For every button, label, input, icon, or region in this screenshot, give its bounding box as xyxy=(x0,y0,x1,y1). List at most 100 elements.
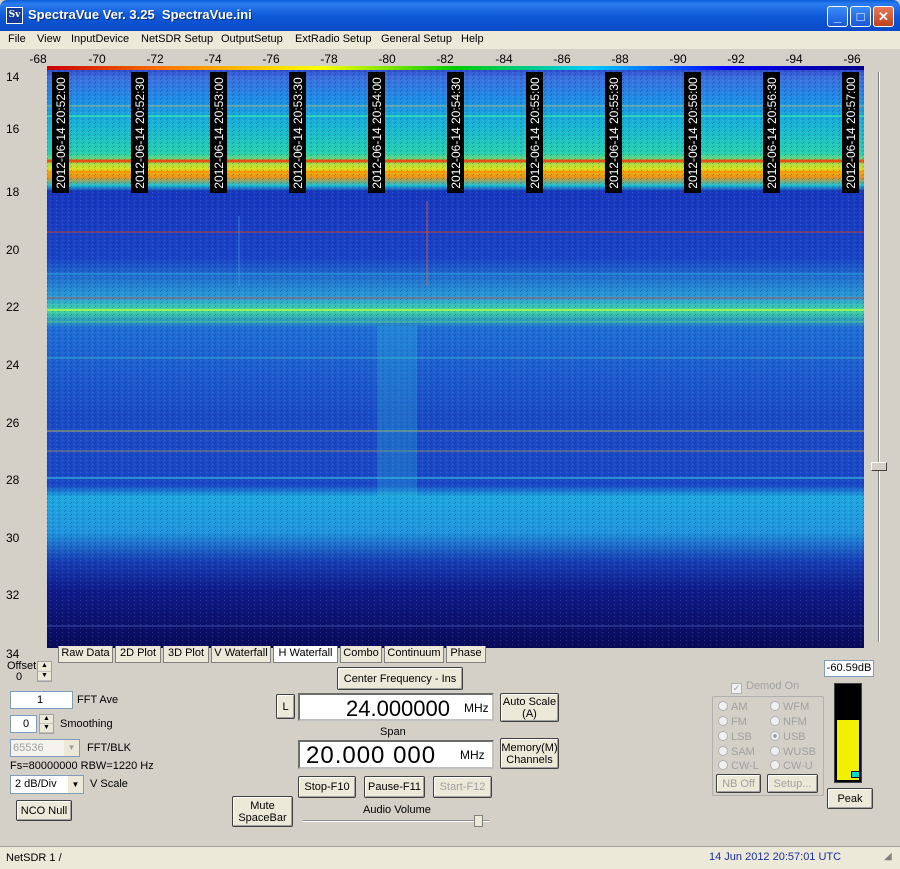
y-tick: 34 xyxy=(6,647,20,661)
maximize-button[interactable]: □ xyxy=(850,6,871,27)
y-tick: 30 xyxy=(6,531,20,545)
mute-button[interactable]: Mute SpaceBar xyxy=(232,796,293,827)
center-frequency-display[interactable]: 24.000000 MHz xyxy=(298,693,494,721)
title-bar[interactable]: Sv SpectraVue Ver. 3.25 SpectraVue.ini _… xyxy=(0,0,900,31)
waterfall-timestamp: 2012-06-14 20:53:00 xyxy=(210,72,227,193)
waterfall-timestamp: 2012-06-14 20:54:30 xyxy=(447,72,464,193)
offset-spinner[interactable]: ▲ ▼ xyxy=(37,661,52,682)
menu-view[interactable]: View xyxy=(37,33,61,45)
waterfall-timestamp: 2012-06-14 20:54:00 xyxy=(368,72,385,193)
x-tick: -72 xyxy=(146,52,164,66)
setup-button[interactable]: Setup... xyxy=(767,774,818,793)
meter-peak-marker xyxy=(851,771,860,778)
tab-raw-data[interactable]: Raw Data xyxy=(58,646,113,663)
tab-phase[interactable]: Phase xyxy=(446,646,486,663)
radio-wfm[interactable]: WFM xyxy=(770,701,809,713)
fft-blk-select[interactable]: 65536 ▼ xyxy=(10,739,80,757)
app-icon[interactable]: Sv xyxy=(6,7,23,24)
radio-am[interactable]: AM xyxy=(718,701,748,713)
radio-cw-u[interactable]: CW-U xyxy=(770,760,813,772)
center-frequency-value: 24.000000 xyxy=(346,696,450,721)
radio-fm[interactable]: FM xyxy=(718,716,747,728)
waterfall-timestamp: 2012-06-14 20:53:30 xyxy=(289,72,306,193)
y-tick: 16 xyxy=(6,122,20,136)
y-tick: 28 xyxy=(6,473,20,487)
x-tick: -92 xyxy=(727,52,745,66)
smoothing-label: Smoothing xyxy=(60,718,113,730)
vertical-offset-slider[interactable] xyxy=(871,72,887,642)
memory-channels-button[interactable]: Memory(M) Channels xyxy=(500,738,559,769)
tab-2d-plot[interactable]: 2D Plot xyxy=(115,646,161,663)
nco-null-button[interactable]: NCO Null xyxy=(16,800,72,821)
waterfall-timestamp: 2012-06-14 20:55:30 xyxy=(605,72,622,193)
h-waterfall-display[interactable]: 2012-06-14 20:52:00 2012-06-14 20:52:30 … xyxy=(47,66,864,648)
menu-general-setup[interactable]: General Setup xyxy=(381,33,452,45)
nb-off-button[interactable]: NB Off xyxy=(716,774,761,793)
audio-volume-track[interactable] xyxy=(303,820,489,822)
tab-v-waterfall[interactable]: V Waterfall xyxy=(211,646,271,663)
fft-ave-field[interactable]: 1 xyxy=(10,691,73,709)
x-tick: -70 xyxy=(88,52,106,66)
l-button[interactable]: L xyxy=(276,694,295,719)
radio-lsb[interactable]: LSB xyxy=(718,731,752,743)
start-button[interactable]: Start-F12 xyxy=(433,776,492,798)
waterfall-timestamp: 2012-06-14 20:56:00 xyxy=(684,72,701,193)
tab-3d-plot[interactable]: 3D Plot xyxy=(163,646,209,663)
menu-inputdevice[interactable]: InputDevice xyxy=(71,33,129,45)
y-tick: 14 xyxy=(6,70,20,84)
peak-button[interactable]: Peak xyxy=(827,788,873,809)
y-tick: 20 xyxy=(6,243,20,257)
waterfall-timestamp: 2012-06-14 20:55:00 xyxy=(526,72,543,193)
smoothing-field[interactable]: 0 xyxy=(10,715,37,733)
resize-grip-icon[interactable]: ◢ xyxy=(884,851,892,862)
auto-scale-button[interactable]: Auto Scale (A) xyxy=(500,693,559,722)
span-label: Span xyxy=(380,726,406,738)
radio-usb[interactable]: USB xyxy=(770,731,806,743)
center-frequency-button[interactable]: Center Frequency - Ins xyxy=(337,667,463,690)
x-tick: -76 xyxy=(262,52,280,66)
menu-netsdr-setup[interactable]: NetSDR Setup xyxy=(141,33,213,45)
radio-wusb[interactable]: WUSB xyxy=(770,746,816,758)
x-tick: -78 xyxy=(320,52,338,66)
minimize-button[interactable]: _ xyxy=(827,6,848,27)
menu-file[interactable]: File xyxy=(8,33,26,45)
tab-combo[interactable]: Combo xyxy=(340,646,382,663)
y-tick: 22 xyxy=(6,300,20,314)
radio-nfm[interactable]: NFM xyxy=(770,716,807,728)
menu-help[interactable]: Help xyxy=(461,33,484,45)
vscale-select[interactable]: 2 dB/Div ▼ xyxy=(10,775,84,794)
x-tick: -96 xyxy=(843,52,861,66)
window-title: SpectraVue Ver. 3.25 SpectraVue.ini xyxy=(28,7,252,22)
audio-volume-thumb[interactable] xyxy=(474,815,483,827)
fft-blk-label: FFT/BLK xyxy=(87,742,132,754)
waterfall-timestamp: 2012-06-14 20:57:00 xyxy=(842,72,859,193)
smoothing-spinner[interactable]: ▲ ▼ xyxy=(39,714,54,734)
span-value: 20.000 000 xyxy=(306,742,437,769)
span-display[interactable]: 20.000 000 MHz xyxy=(298,740,494,769)
menu-outputsetup[interactable]: OutputSetup xyxy=(221,33,283,45)
x-tick: -88 xyxy=(611,52,629,66)
color-scale-bar xyxy=(47,66,864,70)
stop-button[interactable]: Stop-F10 xyxy=(298,776,356,798)
x-tick: -86 xyxy=(553,52,571,66)
radio-sam[interactable]: SAM xyxy=(718,746,755,758)
span-unit: MHz xyxy=(460,748,485,762)
close-button[interactable]: ✕ xyxy=(873,6,894,27)
pause-button[interactable]: Pause-F11 xyxy=(364,776,425,798)
level-readout: -60.59dB xyxy=(824,660,874,677)
center-frequency-unit: MHz xyxy=(464,701,489,715)
x-axis: -68 -70 -72 -74 -76 -78 -80 -82 -84 -86 … xyxy=(0,50,900,66)
x-tick: -80 xyxy=(378,52,396,66)
x-tick: -74 xyxy=(204,52,222,66)
slider-thumb[interactable] xyxy=(871,462,887,471)
status-device: NetSDR 1 / xyxy=(6,852,62,864)
menu-bar: File View InputDevice NetSDR Setup Outpu… xyxy=(0,31,900,49)
tab-continuum[interactable]: Continuum xyxy=(384,646,444,663)
radio-cw-l[interactable]: CW-L xyxy=(718,760,759,772)
fs-rbw-info: Fs=80000000 RBW=1220 Hz xyxy=(10,760,154,772)
waterfall-timestamp: 2012-06-14 20:52:00 xyxy=(52,72,69,193)
demod-on-checkbox[interactable]: ✓ Demod On xyxy=(731,680,799,694)
menu-extradio-setup[interactable]: ExtRadio Setup xyxy=(295,33,371,45)
tab-h-waterfall[interactable]: H Waterfall xyxy=(273,646,338,663)
fft-ave-label: FFT Ave xyxy=(77,694,119,706)
